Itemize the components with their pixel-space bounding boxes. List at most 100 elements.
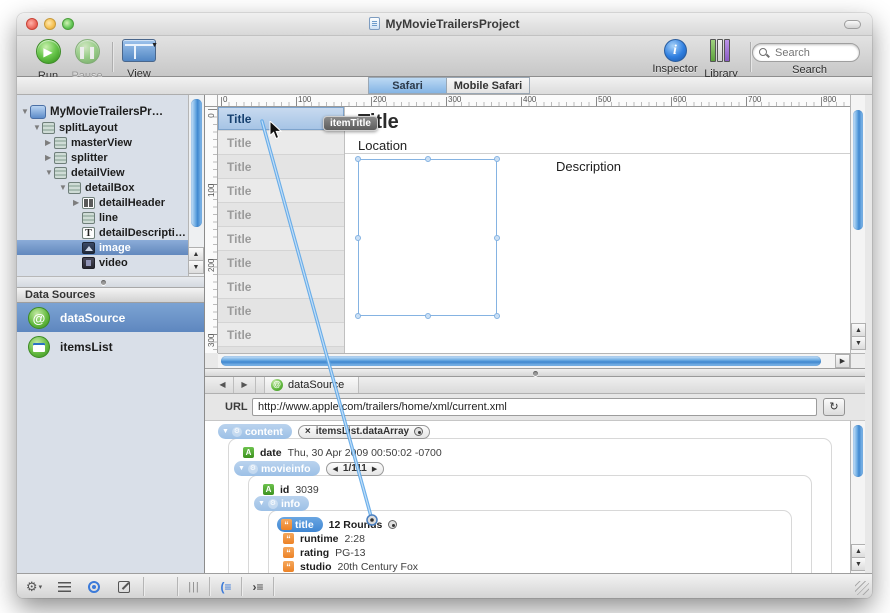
list-view-button[interactable] bbox=[51, 578, 77, 595]
xml-tree-area: ▼⚙content ×itemsList.dataArray A date Th… bbox=[205, 421, 865, 573]
tree-item-detailheader[interactable]: ▶detailHeader bbox=[17, 195, 188, 210]
tree-item-detailbox[interactable]: ▼detailBox bbox=[17, 180, 188, 195]
datasource-item[interactable]: @dataSource bbox=[17, 303, 204, 332]
list-row[interactable]: Title bbox=[218, 227, 344, 251]
remove-binding-icon[interactable]: × bbox=[305, 426, 311, 437]
search-input[interactable] bbox=[775, 45, 855, 60]
list-row[interactable]: Title bbox=[218, 251, 344, 275]
panel-vscroll-thumb[interactable] bbox=[853, 425, 863, 477]
library-button[interactable]: Library bbox=[699, 39, 743, 80]
detail-location[interactable]: Location bbox=[358, 138, 407, 153]
disclosure-right-icon[interactable]: ▶ bbox=[45, 153, 54, 162]
box-icon bbox=[54, 167, 67, 179]
statusbar-separator bbox=[241, 577, 242, 596]
stack-inspector-button[interactable]: (≡ bbox=[213, 578, 239, 595]
refresh-button[interactable]: ↻ bbox=[823, 398, 845, 416]
datasource-tab[interactable]: @ dataSource bbox=[264, 377, 359, 393]
info-node-pill[interactable]: ▼⚙info bbox=[254, 496, 309, 511]
navigator-sidebar: ▼MyMovieTrailersPr… ▼splitLayout ▶master… bbox=[17, 95, 205, 573]
disclosure-down-icon[interactable]: ▼ bbox=[59, 183, 68, 192]
disclosure-down-icon[interactable]: ▼ bbox=[21, 107, 30, 116]
toolbar-toggle-pill[interactable] bbox=[844, 20, 861, 29]
binding-capsule[interactable]: ×itemsList.dataArray bbox=[298, 425, 430, 439]
datasource-tabbar: ◀ ▶ @ dataSource bbox=[205, 377, 865, 394]
url-input[interactable] bbox=[252, 398, 817, 416]
tree-item-detailview[interactable]: ▼detailView bbox=[17, 165, 188, 180]
list-datasource-icon bbox=[28, 336, 50, 358]
tree-item-splitter[interactable]: ▶splitter bbox=[17, 150, 188, 165]
resize-grip[interactable] bbox=[855, 581, 869, 595]
title-node-pill[interactable]: “title bbox=[277, 517, 323, 532]
disclosure-right-icon[interactable]: ▶ bbox=[45, 138, 54, 147]
tree-item-detaildescription[interactable]: TdetailDescription bbox=[17, 225, 188, 240]
view-button[interactable]: ▼ View bbox=[109, 39, 169, 80]
list-row[interactable]: Title bbox=[218, 179, 344, 203]
tree-item-video[interactable]: video bbox=[17, 255, 188, 270]
scroll-up-icon[interactable]: ▲ bbox=[851, 544, 865, 558]
canvas-vscrollbar[interactable]: ▲ ▼ bbox=[850, 95, 865, 353]
list-row[interactable]: Title bbox=[218, 299, 344, 323]
record-pager[interactable]: ◀1/111▶ bbox=[326, 462, 385, 476]
search-field[interactable] bbox=[752, 43, 860, 62]
inspector-button[interactable]: i Inspector bbox=[647, 39, 703, 75]
itemslist-item[interactable]: itemsList bbox=[17, 332, 204, 361]
forward-button[interactable]: ▶ bbox=[234, 377, 256, 393]
disclosure-right-icon[interactable]: ▶ bbox=[73, 198, 82, 207]
scroll-up-icon[interactable]: ▲ bbox=[851, 323, 866, 337]
tree-item-project[interactable]: ▼MyMovieTrailersPr… bbox=[17, 103, 188, 120]
back-button[interactable]: ◀ bbox=[212, 377, 234, 393]
image-placeholder-selected[interactable] bbox=[358, 159, 497, 316]
movieinfo-node-pill[interactable]: ▼⚙movieinfo bbox=[234, 461, 320, 476]
scroll-right-icon[interactable]: ▶ bbox=[835, 354, 850, 368]
scroll-down-icon[interactable]: ▼ bbox=[851, 557, 865, 571]
list-row[interactable]: Title bbox=[218, 323, 344, 347]
node-icon: ⚙ bbox=[248, 464, 258, 474]
binding-target-icon[interactable] bbox=[388, 520, 397, 529]
content-node-pill[interactable]: ▼⚙content bbox=[218, 424, 292, 439]
canvas-hscrollbar[interactable]: ▶ bbox=[218, 353, 850, 368]
sidebar-scroll-thumb[interactable] bbox=[191, 99, 202, 227]
action-gear-button[interactable]: ⚙▾ bbox=[21, 578, 47, 595]
pager-prev-icon[interactable]: ◀ bbox=[333, 465, 338, 473]
tree-item-splitlayout[interactable]: ▼splitLayout bbox=[17, 120, 188, 135]
disclosure-down-icon[interactable]: ▼ bbox=[222, 428, 229, 435]
text-icon: T bbox=[82, 227, 95, 239]
statusbar-separator bbox=[273, 577, 274, 596]
tab-safari[interactable]: Safari bbox=[368, 77, 447, 94]
list-row[interactable]: Title bbox=[218, 203, 344, 227]
scroll-up-icon[interactable]: ▲ bbox=[188, 247, 204, 261]
panel-vscrollbar[interactable]: ▲ ▼ bbox=[850, 421, 865, 573]
disclosure-down-icon[interactable]: ▼ bbox=[258, 500, 265, 507]
scroll-down-icon[interactable]: ▼ bbox=[851, 336, 866, 350]
detail-divider bbox=[345, 153, 850, 154]
edit-icon bbox=[118, 581, 130, 593]
tree-item-masterview[interactable]: ▶masterView bbox=[17, 135, 188, 150]
tree-item-image[interactable]: image bbox=[17, 240, 188, 255]
drag-handle-icon[interactable]: ||| bbox=[181, 578, 207, 595]
tree-item-line[interactable]: line bbox=[17, 210, 188, 225]
box-icon bbox=[42, 122, 55, 134]
video-icon bbox=[82, 257, 95, 269]
source-pane-button[interactable]: ›≡ bbox=[245, 578, 271, 595]
tab-mobile-safari[interactable]: Mobile Safari bbox=[447, 77, 530, 94]
target-mode-button[interactable] bbox=[81, 578, 107, 595]
horizontal-ruler: 0100 200300 400500 600700 800 bbox=[218, 95, 850, 107]
mouse-cursor bbox=[269, 121, 283, 141]
search-icon bbox=[759, 48, 767, 56]
sidebar-scroll-arrows[interactable]: ▲ ▼ bbox=[188, 247, 204, 274]
canvas-panel-splitter[interactable] bbox=[205, 368, 865, 377]
canvas-vscroll-thumb[interactable] bbox=[853, 110, 863, 230]
disclosure-down-icon[interactable]: ▼ bbox=[33, 123, 42, 132]
disclosure-down-icon[interactable]: ▼ bbox=[45, 168, 54, 177]
list-row[interactable]: Title bbox=[218, 155, 344, 179]
canvas-hscroll-thumb[interactable] bbox=[221, 356, 821, 366]
detail-description[interactable]: Description bbox=[556, 159, 621, 174]
binding-target-icon[interactable] bbox=[414, 427, 423, 436]
pager-next-icon[interactable]: ▶ bbox=[372, 465, 377, 473]
scroll-down-icon[interactable]: ▼ bbox=[188, 260, 204, 274]
edit-button[interactable] bbox=[111, 578, 137, 595]
sidebar-pane-splitter[interactable] bbox=[17, 276, 204, 287]
list-row[interactable]: Title bbox=[218, 275, 344, 299]
pause-button[interactable]: ❚❚ Pause bbox=[59, 39, 115, 82]
disclosure-down-icon[interactable]: ▼ bbox=[238, 465, 245, 472]
